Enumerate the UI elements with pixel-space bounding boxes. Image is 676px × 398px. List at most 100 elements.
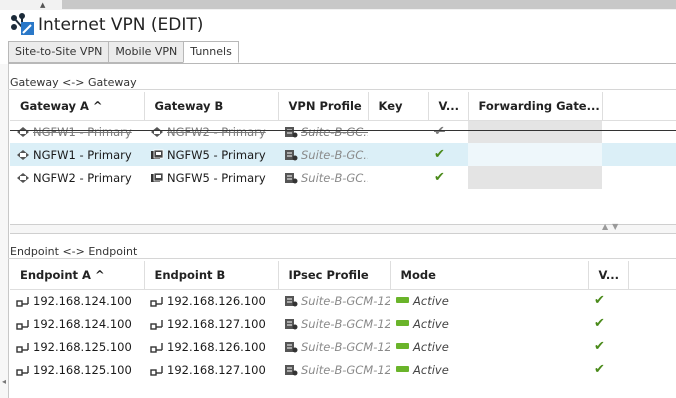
table-row[interactable]: 192.168.124.100 192.168.126.100 Suite-B-…	[10, 289, 676, 312]
vpn-profile-cell: Suite-B-GC...	[278, 166, 368, 189]
ipsec-profile-label: Suite-B-GCM-128	[301, 316, 390, 331]
gateway-b-cell: NGFW5 - Primary	[144, 143, 278, 166]
table-row[interactable]: 192.168.125.100 192.168.127.100 Suite-B-…	[10, 358, 676, 381]
firewall-cluster-icon	[151, 149, 164, 159]
firewall-icon	[151, 126, 163, 137]
endpoint-a-label: 192.168.125.100	[33, 339, 132, 354]
endpoint-icon	[16, 342, 29, 353]
pane-splitter[interactable]: ▲▼	[10, 222, 676, 234]
forwarding-cell	[468, 143, 602, 166]
forwarding-cell	[468, 120, 602, 143]
col-ipsec-profile[interactable]: IPsec Profile	[278, 261, 391, 290]
mode-label: Active	[413, 339, 449, 354]
col-endpoint-a[interactable]: Endpoint A ^	[10, 261, 145, 290]
endpoint-section-label: Endpoint <-> Endpoint	[10, 245, 138, 258]
vpn-profile-icon	[285, 149, 298, 160]
vpn-profile-icon	[285, 364, 298, 375]
tab-tunnels[interactable]: Tunnels	[183, 41, 239, 63]
col-forwarding-gateway[interactable]: Forwarding Gate...	[468, 92, 603, 121]
ipsec-profile-cell: Suite-B-GCM-128	[278, 358, 390, 381]
gateway-a-cell: NGFW2 - Primary	[10, 166, 144, 189]
tab-bar: Site-to-Site VPN Mobile VPN Tunnels	[8, 41, 239, 63]
col-empty	[628, 261, 676, 290]
ipsec-profile-cell: Suite-B-GCM-128	[278, 289, 390, 312]
table-row[interactable]: NGFW1 - Primary NGFW2 - Primary Suite-B-…	[10, 120, 676, 143]
endpoint-icon	[150, 365, 163, 376]
col-v[interactable]: V...	[588, 261, 629, 290]
endpoint-icon	[16, 319, 29, 330]
col-gateway-b[interactable]: Gateway B	[144, 92, 279, 121]
endpoint-b-cell: 192.168.127.100	[144, 358, 278, 381]
endpoint-b-label: 192.168.126.100	[167, 339, 266, 354]
endpoint-a-cell: 192.168.125.100	[10, 335, 144, 358]
endpoint-icon	[150, 296, 163, 307]
forwarding-cell	[468, 166, 602, 189]
vpn-profile-icon	[285, 172, 298, 183]
endpoint-b-label: 192.168.127.100	[167, 362, 266, 377]
col-key[interactable]: Key	[368, 92, 429, 121]
key-cell	[368, 166, 428, 189]
key-cell	[368, 120, 428, 143]
gateway-b-label: NGFW2 - Primary	[167, 124, 266, 139]
ipsec-profile-label: Suite-B-GCM-128	[301, 339, 390, 354]
table-row[interactable]: NGFW1 - Primary NGFW5 - Primary Suite-B-…	[10, 143, 676, 166]
vpn-config-icon	[11, 13, 34, 35]
gateway-b-cell: NGFW5 - Primary	[144, 166, 278, 189]
endpoint-table: Endpoint A ^ Endpoint B IPsec Profile Mo…	[10, 261, 676, 381]
gateway-b-cell: NGFW2 - Primary	[144, 120, 278, 143]
gateway-b-label: NGFW5 - Primary	[167, 170, 266, 185]
mode-label: Active	[413, 362, 449, 377]
gateway-a-cell: NGFW1 - Primary	[10, 143, 144, 166]
active-status-icon	[396, 365, 409, 372]
vpn-profile-icon	[285, 126, 298, 138]
check-icon: ✔	[594, 339, 605, 354]
endpoint-icon	[16, 365, 29, 376]
col-vpn-profile[interactable]: VPN Profile	[278, 92, 369, 121]
table-row[interactable]: 192.168.125.100 192.168.126.100 Suite-B-…	[10, 335, 676, 358]
ipsec-profile-cell: Suite-B-GCM-128	[278, 335, 390, 358]
endpoint-icon	[150, 342, 163, 353]
tab-mobile-vpn[interactable]: Mobile VPN	[108, 41, 184, 63]
col-mode[interactable]: Mode	[390, 261, 589, 290]
table-row[interactable]: NGFW2 - Primary NGFW5 - Primary Suite-B-…	[10, 166, 676, 189]
empty-cell	[628, 312, 676, 335]
check-icon: ✔	[428, 143, 468, 166]
ipsec-profile-label: Suite-B-GCM-128	[301, 293, 390, 308]
empty-cell	[602, 143, 676, 166]
tab-divider	[8, 63, 676, 64]
splitter-arrows-icon[interactable]: ▲▼	[602, 222, 622, 231]
vpn-profile-label: Suite-B-GC...	[301, 170, 368, 185]
tab-site-to-site-vpn[interactable]: Site-to-Site VPN	[8, 41, 109, 63]
firewall-icon	[17, 172, 29, 183]
gateway-section-divider	[8, 89, 676, 90]
mode-label: Active	[413, 293, 449, 308]
endpoint-a-cell: 192.168.125.100	[10, 358, 144, 381]
mode-cell: Active	[390, 335, 588, 358]
endpoint-b-cell: 192.168.127.100	[144, 312, 278, 335]
check-icon: ✔	[434, 124, 445, 140]
empty-cell	[602, 166, 676, 189]
endpoint-b-cell: 192.168.126.100	[144, 289, 278, 312]
vpn-profile-label: Suite-B-GC...	[301, 124, 368, 139]
check-icon: ✔	[434, 170, 445, 185]
left-panel-edge[interactable]: ◂	[0, 64, 9, 398]
check-icon: ✔	[594, 316, 605, 331]
active-status-icon	[396, 319, 409, 326]
gateway-a-label: NGFW1 - Primary	[33, 147, 132, 162]
col-gateway-a[interactable]: Gateway A ^	[10, 92, 145, 121]
collapse-icon[interactable]: ◂	[2, 377, 6, 386]
firewall-cluster-icon	[151, 172, 164, 182]
title-row: Internet VPN (EDIT)	[10, 12, 203, 38]
mode-cell: Active	[390, 289, 588, 312]
endpoint-icon	[16, 296, 29, 307]
vpn-profile-cell: Suite-B-GC...	[278, 143, 368, 166]
table-row[interactable]: 192.168.124.100 192.168.127.100 Suite-B-…	[10, 312, 676, 335]
endpoint-b-cell: 192.168.126.100	[144, 335, 278, 358]
col-v[interactable]: V...	[428, 92, 469, 121]
gateway-b-label: NGFW5 - Primary	[167, 147, 266, 162]
empty-cell	[628, 289, 676, 312]
vpn-profile-label: Suite-B-GC...	[301, 147, 368, 162]
col-endpoint-b[interactable]: Endpoint B	[144, 261, 279, 290]
ipsec-profile-label: Suite-B-GCM-128	[301, 362, 390, 377]
mode-cell: Active	[390, 312, 588, 335]
